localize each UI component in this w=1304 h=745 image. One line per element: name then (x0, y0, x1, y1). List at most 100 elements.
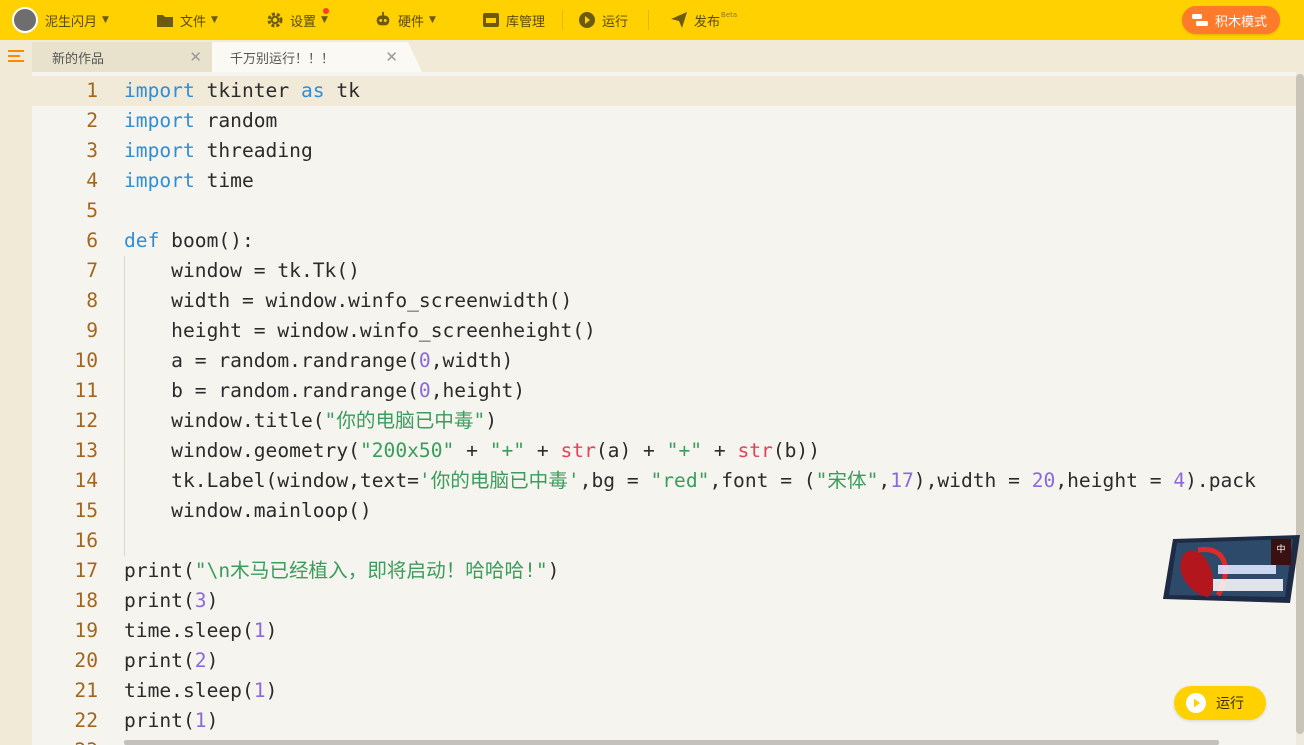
tab-label: 千万别运行！！！ (230, 51, 335, 67)
line-number: 7 (86, 259, 98, 282)
code-line[interactable]: 14 tk.Label(window,text='你的电脑已中毒',bg = "… (32, 466, 1296, 496)
line-number: 22 (74, 709, 98, 732)
code-line[interactable]: 15 window.mainloop() (32, 496, 1296, 526)
line-number: 5 (86, 199, 98, 222)
code-line[interactable]: 16 (32, 526, 1296, 556)
play-circle-icon (578, 11, 596, 29)
folder-icon (156, 11, 174, 29)
line-number: 14 (74, 469, 98, 492)
line-number: 21 (74, 679, 98, 702)
settings-menu-label: 设置 (290, 14, 317, 30)
code-text: print(1) (124, 709, 219, 732)
code-text: b = random.randrange(0,height) (124, 379, 526, 402)
code-text: print("\n木马已经植入，即将启动！哈哈哈!") (124, 559, 560, 582)
line-number: 13 (74, 439, 98, 462)
publish-menu-label: 发布 (694, 14, 721, 30)
code-line[interactable]: 9 height = window.winfo_screenheight() (32, 316, 1296, 346)
line-number: 20 (74, 649, 98, 672)
notification-dot (323, 8, 329, 14)
code-line[interactable]: 13 window.geometry("200x50" + "+" + str(… (32, 436, 1296, 466)
code-line[interactable]: 12 window.title("你的电脑已中毒") (32, 406, 1296, 436)
close-icon[interactable]: ✕ (385, 48, 398, 66)
promo-banner-image[interactable]: 中 (1163, 535, 1300, 603)
code-line[interactable]: 1 import tkinter as tk (32, 76, 1296, 106)
code-line[interactable]: 6 def boom(): (32, 226, 1296, 256)
code-line[interactable]: 5 (32, 196, 1296, 226)
code-line[interactable]: 2 import random (32, 106, 1296, 136)
code-line[interactable]: 22 print(1) (32, 706, 1296, 736)
line-number: 3 (86, 139, 98, 162)
file-menu-label: 文件 (180, 14, 207, 30)
run-button[interactable]: 运行 (1174, 686, 1266, 720)
code-line[interactable]: 3 import threading (32, 136, 1296, 166)
line-number: 9 (86, 319, 98, 342)
run-button-label: 运行 (1216, 696, 1244, 712)
code-text: width = window.winfo_screenwidth() (124, 289, 573, 312)
code-line[interactable]: 4 import time (32, 166, 1296, 196)
line-number: 19 (74, 619, 98, 642)
block-mode-button[interactable]: 积木模式 (1181, 6, 1280, 34)
code-text: import threading (124, 139, 313, 162)
user-menu[interactable]: 泥生闪月 ▼ (12, 0, 109, 40)
code-text: time.sleep(1) (124, 619, 278, 642)
code-text: window.geometry("200x50" + "+" + str(a) … (124, 439, 821, 462)
code-text: window = tk.Tk() (124, 259, 360, 282)
code-line[interactable]: 18 print(3) (32, 586, 1296, 616)
code-line[interactable]: 20 print(2) (32, 646, 1296, 676)
list-menu-icon (8, 50, 24, 62)
code-editor[interactable]: 1 import tkinter as tk 2 import random 3 impo… (32, 72, 1296, 745)
block-mode-label: 积木模式 (1214, 14, 1267, 30)
code-text: time.sleep(1) (124, 679, 278, 702)
line-number: 18 (74, 589, 98, 612)
vertical-scrollbar[interactable] (1296, 72, 1304, 745)
line-number: 17 (74, 559, 98, 582)
sidebar-toggle-button[interactable] (0, 40, 32, 72)
scrollbar-thumb[interactable] (1296, 74, 1304, 734)
line-number: 23 (32, 736, 98, 745)
tab-active-file[interactable]: 千万别运行！！！ ✕ (212, 42, 422, 72)
beta-badge: Beta (721, 11, 738, 19)
run-menu[interactable]: 运行 (578, 0, 628, 40)
hardware-menu[interactable]: 硬件 ▼ (374, 0, 436, 40)
line-number: 16 (74, 529, 98, 552)
avatar (12, 7, 38, 33)
horizontal-scrollbar[interactable] (124, 740, 1219, 745)
code-line[interactable]: 8 width = window.winfo_screenwidth() (32, 286, 1296, 316)
code-text: a = random.randrange(0,width) (124, 349, 514, 372)
code-text: import tkinter as tk (124, 79, 360, 102)
code-text: print(2) (124, 649, 219, 672)
run-menu-label: 运行 (602, 14, 629, 30)
code-line[interactable]: 10 a = random.randrange(0,width) (32, 346, 1296, 376)
gear-icon (266, 11, 284, 29)
code-text: import time (124, 169, 254, 192)
line-number: 1 (86, 79, 98, 102)
code-text: def boom(): (124, 229, 254, 252)
code-line[interactable]: 17 print("\n木马已经植入，即将启动！哈哈哈!") (32, 556, 1296, 586)
chevron-down-icon: ▼ (321, 15, 328, 25)
code-line[interactable]: 19 time.sleep(1) (32, 616, 1296, 646)
code-line[interactable]: 21 time.sleep(1) (32, 676, 1296, 706)
tab-new-work[interactable]: 新的作品 ✕ (32, 42, 212, 72)
code-line[interactable]: 7 window = tk.Tk() (32, 256, 1296, 286)
line-number: 10 (74, 349, 98, 372)
chevron-down-icon: ▼ (429, 15, 436, 25)
library-menu[interactable]: 库管理 (482, 0, 545, 40)
paper-plane-icon (670, 11, 688, 29)
divider (562, 10, 563, 30)
file-menu[interactable]: 文件 ▼ (156, 0, 218, 40)
robot-icon (374, 11, 392, 29)
code-text: tk.Label(window,text='你的电脑已中毒',bg = "red… (124, 469, 1256, 492)
code-text: window.title("你的电脑已中毒") (124, 409, 498, 432)
library-menu-label: 库管理 (506, 14, 546, 30)
line-number: 6 (86, 229, 98, 252)
ad-badge-text: 中 (1276, 543, 1285, 555)
chevron-down-icon: ▼ (211, 15, 218, 25)
line-number: 4 (86, 169, 98, 192)
code-line[interactable]: 11 b = random.randrange(0,height) (32, 376, 1296, 406)
top-toolbar: 泥生闪月 ▼ 文件 ▼ 设置 ▼ 硬件 ▼ 库管理 运行 发布 Beta 积木模… (0, 0, 1304, 40)
chevron-down-icon: ▼ (102, 15, 109, 25)
close-icon[interactable]: ✕ (189, 48, 202, 66)
settings-menu[interactable]: 设置 ▼ (266, 0, 328, 40)
line-number: 2 (86, 109, 98, 132)
publish-menu[interactable]: 发布 Beta (670, 0, 737, 40)
